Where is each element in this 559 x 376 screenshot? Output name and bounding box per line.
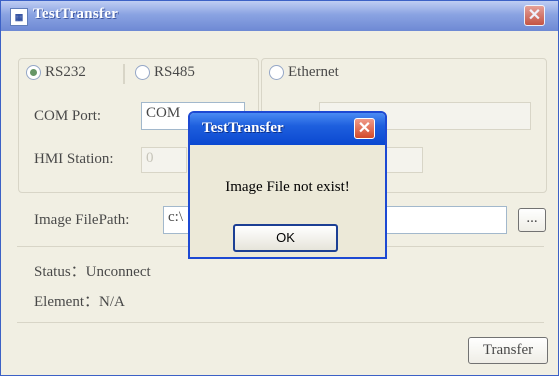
dialog-titlebar[interactable]: TestTransfer ✕ [190,113,385,145]
dialog-message: Image File not exist! [225,179,350,195]
error-dialog: TestTransfer ✕ Image File not exist! OK [188,111,387,259]
window-title: TestTransfer [33,6,119,22]
dialog-ok-button[interactable]: OK [233,224,338,252]
window-close-button[interactable]: ✕ [524,5,545,26]
main-window: ▦ TestTransfer ✕ RS232 RS485 Ethernet CO… [0,0,559,376]
dialog-close-button[interactable]: ✕ [354,118,375,139]
app-icon: ▦ [10,8,28,26]
dialog-title: TestTransfer [202,120,284,136]
main-titlebar[interactable]: ▦ TestTransfer ✕ [1,1,558,31]
